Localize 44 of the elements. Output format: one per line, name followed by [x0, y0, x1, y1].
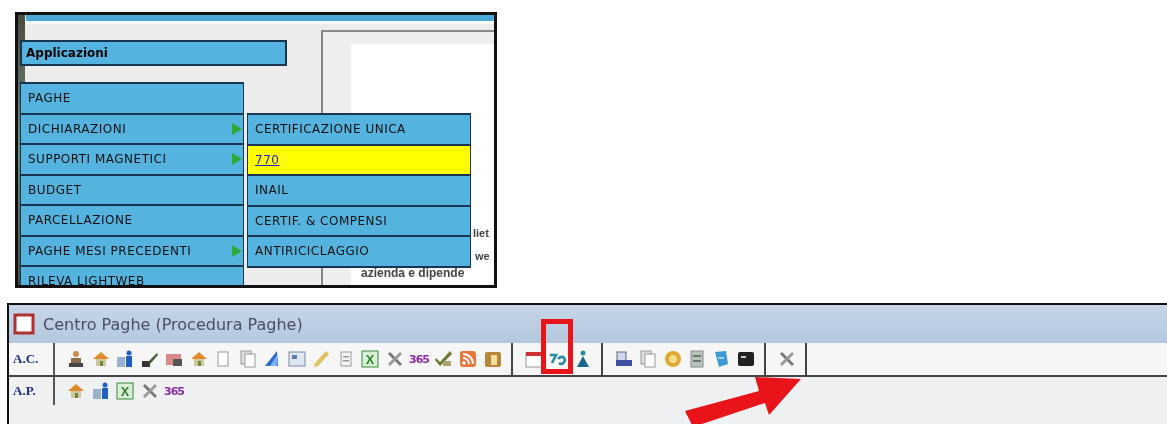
spreadsheet-icon: [360, 349, 380, 369]
menu-item[interactable]: PARCELLAZIONE: [20, 206, 244, 237]
box-icon: [482, 349, 503, 369]
image-icon: [286, 349, 307, 369]
submenu-item[interactable]: INAIL: [247, 176, 471, 207]
page-text: azienda e dipende: [361, 266, 465, 280]
toolbar-button[interactable]: [66, 349, 86, 369]
toolbar-label: A.P.: [9, 377, 55, 405]
people-icon: [66, 349, 86, 369]
menu-item[interactable]: DICHIARAZIONI: [20, 114, 244, 145]
scanner-icon: [613, 349, 634, 369]
toolbar-label: A.C.: [9, 343, 55, 375]
gear-icon: [662, 349, 683, 369]
window-icon: [13, 313, 35, 335]
submenu-item[interactable]: 770: [247, 145, 471, 176]
submenu-item[interactable]: CERTIFICAZIONE UNICA: [247, 115, 471, 146]
menu-item[interactable]: PAGHE: [20, 84, 244, 115]
building-icon: [115, 349, 135, 369]
building-icon: [90, 381, 111, 401]
calendar-icon: [523, 349, 544, 369]
toolbar-button[interactable]: [613, 349, 634, 369]
pages-icon: [237, 349, 258, 369]
pages-icon: [638, 349, 658, 369]
submenu-item[interactable]: ANTIRICICLAGGIO: [247, 237, 471, 268]
pencil-icon: [311, 349, 331, 369]
menu-item[interactable]: BUDGET: [20, 175, 244, 206]
highlight-frame: [541, 319, 573, 374]
rss-icon: [458, 349, 478, 369]
check-icon: [433, 349, 454, 369]
terminal-icon: [736, 349, 756, 369]
menu-item[interactable]: PAGHE MESI PRECEDENTI: [20, 236, 244, 267]
year-button[interactable]: 365: [409, 349, 429, 369]
applications-header: Applicazioni: [20, 40, 287, 66]
year-button[interactable]: 365: [164, 381, 184, 401]
spreadsheet-icon: [115, 381, 135, 401]
house-icon: [66, 381, 86, 401]
page-text: we: [475, 250, 490, 262]
list-icon: [687, 349, 707, 369]
menu-item[interactable]: SUPPORTI MAGNETICI: [20, 145, 244, 176]
window-title: Centro Paghe (Procedura Paghe): [43, 314, 303, 334]
page-text: liet: [473, 227, 489, 239]
menu-item[interactable]: RILEVA LIGHTWEB: [20, 267, 244, 285]
submenu-item[interactable]: CERTIF. & COMPENSI: [247, 206, 471, 237]
toolbar-button[interactable]: [736, 349, 756, 369]
